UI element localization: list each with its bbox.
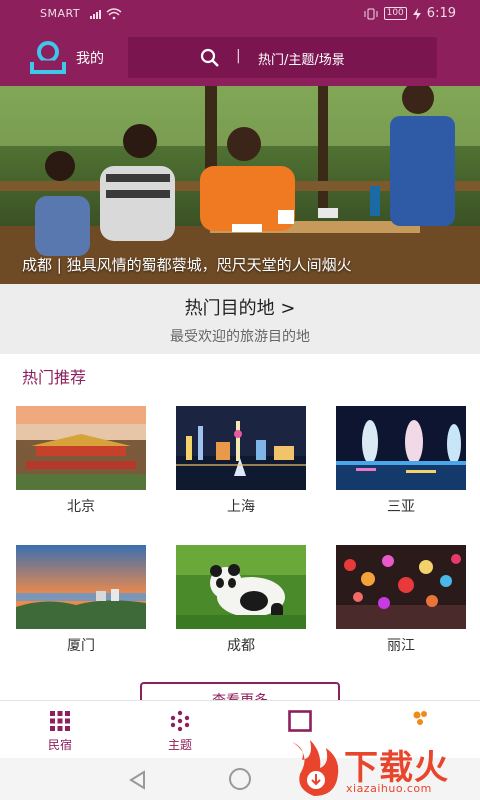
destinations-subtitle: 最受欢迎的旅游目的地	[170, 329, 310, 345]
grid-icon	[50, 711, 70, 731]
search-icon	[200, 48, 219, 67]
carrier-label: SMART	[40, 7, 81, 20]
city-name: 成都	[227, 638, 255, 654]
city-card-lijiang[interactable]: 丽江	[336, 545, 466, 657]
vibrate-icon	[364, 8, 378, 19]
charging-icon	[412, 7, 421, 20]
city-card-shanghai[interactable]: 上海	[176, 406, 306, 518]
my-label[interactable]: 我的	[76, 48, 104, 68]
tab-theme[interactable]: 主题	[120, 701, 240, 759]
watermark-url: xiazaihuo.com	[346, 782, 432, 795]
battery-icon: 100	[383, 7, 407, 20]
clock: 6:19	[426, 6, 456, 21]
hero-banner[interactable]: 成都 | 独具风情的蜀都蓉城，咫尺天堂的人间烟火	[0, 86, 480, 284]
status-bar: SMART 100 6:19	[0, 0, 480, 28]
city-name: 上海	[227, 499, 255, 515]
user-icon[interactable]	[28, 40, 68, 76]
city-image	[336, 545, 466, 629]
search-separator: |	[236, 48, 241, 64]
signal-wifi-icon	[90, 8, 122, 20]
popular-destinations-banner[interactable]: 热门目的地 > 最受欢迎的旅游目的地	[0, 284, 480, 354]
city-image	[16, 545, 146, 629]
city-image	[16, 406, 146, 490]
app-header: 我的 | 热门/主题/场景	[0, 28, 480, 86]
tab-label: 主题	[167, 738, 192, 752]
city-image	[336, 406, 466, 490]
city-card-beijing[interactable]: 北京	[16, 406, 146, 518]
dots-icon	[170, 710, 190, 732]
hero-caption: 成都 | 独具风情的蜀都蓉城，咫尺天堂的人间烟火	[22, 256, 352, 274]
city-card-sanya[interactable]: 三亚	[336, 406, 466, 518]
city-image	[176, 545, 306, 629]
city-card-xiamen[interactable]: 厦门	[16, 545, 146, 657]
city-name: 厦门	[67, 638, 95, 654]
city-name: 北京	[67, 499, 95, 515]
home-icon[interactable]	[229, 768, 251, 790]
flower-icon	[413, 711, 427, 725]
back-icon[interactable]	[128, 770, 148, 790]
tab-label: 民宿	[47, 738, 72, 752]
square-icon	[288, 710, 312, 732]
search-placeholder: 热门/主题/场景	[258, 53, 345, 68]
city-image	[176, 406, 306, 490]
destinations-title[interactable]: 热门目的地 >	[0, 294, 480, 320]
city-name: 丽江	[387, 638, 415, 654]
section-title-recommend: 热门推荐	[22, 368, 87, 387]
watermark-logo-icon	[292, 740, 339, 796]
city-name: 三亚	[387, 499, 415, 515]
search-bar[interactable]: | 热门/主题/场景	[128, 37, 437, 78]
tab-homestay[interactable]: 民宿	[0, 701, 120, 759]
city-card-chengdu[interactable]: 成都	[176, 545, 306, 657]
watermark: 下载火 xiazaihuo.com	[282, 734, 480, 800]
